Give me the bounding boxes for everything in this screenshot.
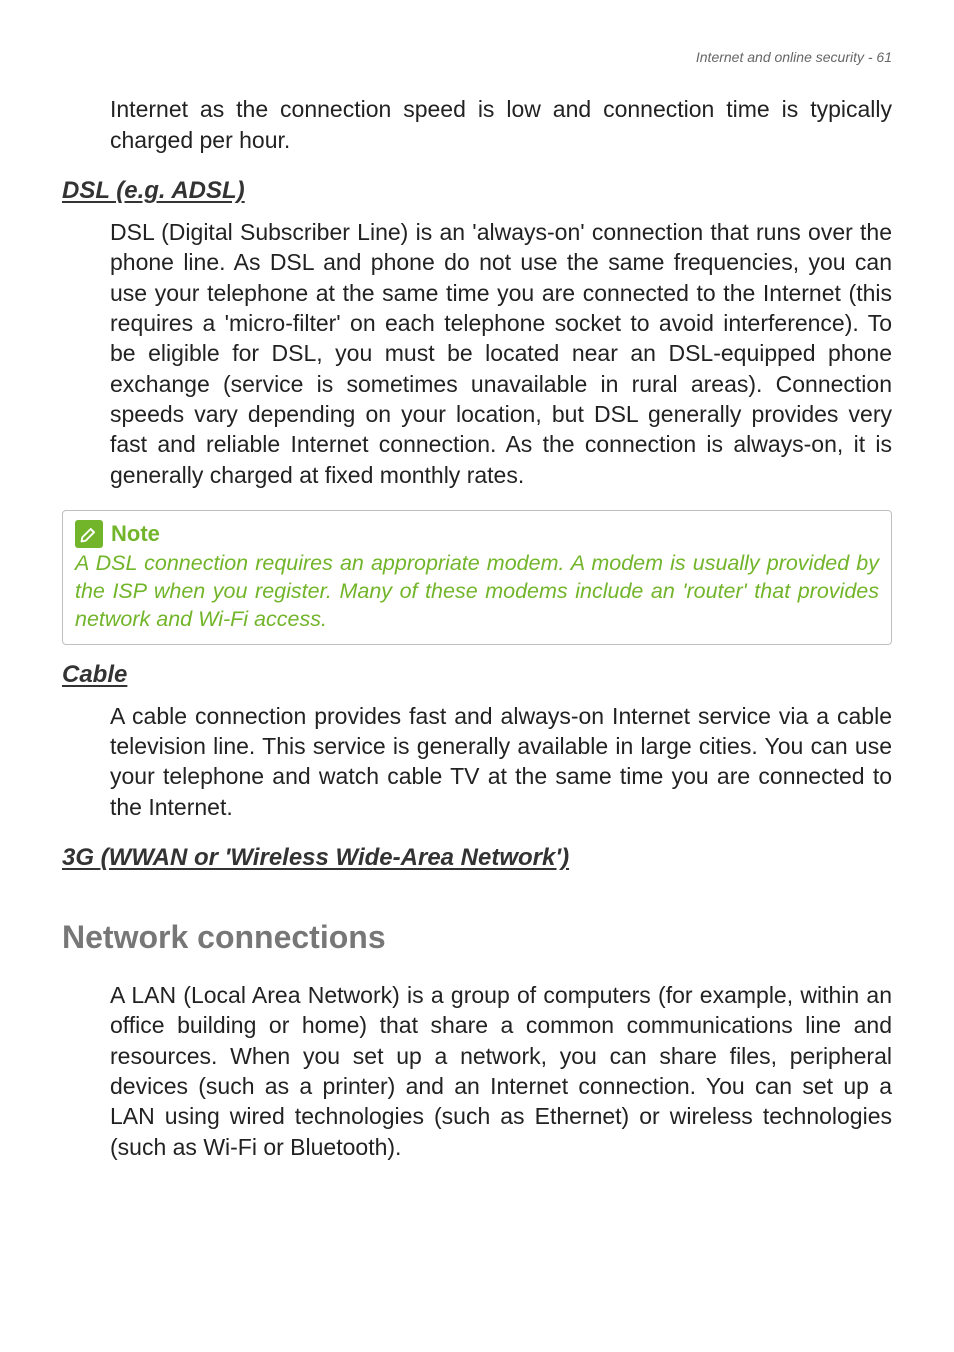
3g-heading: 3G (WWAN or 'Wireless Wide-Area Network'… bbox=[62, 842, 892, 874]
note-box: Note A DSL connection requires an approp… bbox=[62, 510, 892, 645]
cable-heading: Cable bbox=[62, 659, 892, 691]
network-connections-body: A LAN (Local Area Network) is a group of… bbox=[110, 980, 892, 1162]
intro-paragraph: Internet as the connection speed is low … bbox=[110, 94, 892, 155]
dsl-body: DSL (Digital Subscriber Line) is an 'alw… bbox=[110, 217, 892, 490]
dsl-heading: DSL (e.g. ADSL) bbox=[62, 175, 892, 207]
cable-body: A cable connection provides fast and alw… bbox=[110, 701, 892, 822]
note-body: A DSL connection requires an appropriate… bbox=[75, 550, 879, 634]
network-connections-heading: Network connections bbox=[62, 916, 892, 958]
note-icon bbox=[75, 520, 103, 548]
note-label: Note bbox=[111, 519, 160, 548]
running-header: Internet and online security - 61 bbox=[62, 48, 892, 66]
note-header: Note bbox=[75, 519, 879, 548]
